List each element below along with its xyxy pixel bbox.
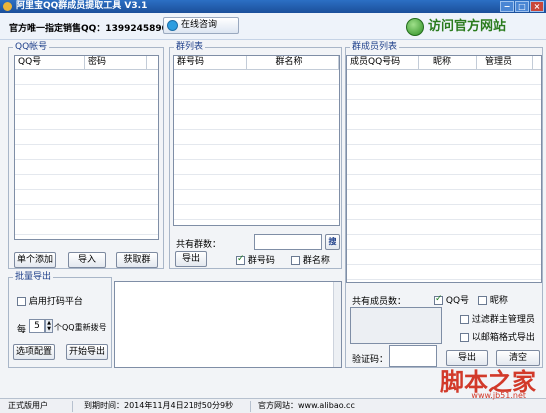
user-type-text: 正式版用户 <box>8 401 48 410</box>
app-icon <box>3 2 12 11</box>
member-list-title: 群成员列表 <box>350 42 400 52</box>
close-button[interactable]: × <box>530 1 544 12</box>
checkbox-icon <box>478 296 487 305</box>
consult-label: 在线咨询 <box>181 20 218 30</box>
qq-icon <box>167 20 178 31</box>
qq-account-group: QQ帐号 QQ号 密码 单个添加 导入 获取群 <box>8 42 164 269</box>
add-single-button[interactable]: 单个添加 <box>14 252 56 268</box>
options-config-button[interactable]: 选项配置 <box>13 344 55 360</box>
maximize-button[interactable]: □ <box>515 1 529 12</box>
window-controls: − □ × <box>500 1 544 12</box>
checkbox-icon <box>291 256 300 265</box>
watermark-url: www.jb51.net <box>471 391 526 400</box>
column-admin: 管理员 <box>477 56 533 69</box>
total-members-label: 共有成员数： <box>352 297 407 307</box>
get-groups-button[interactable]: 获取群 <box>116 252 158 268</box>
batch-export-title: 批量导出 <box>13 272 54 282</box>
checkbox-icon <box>460 333 469 342</box>
check-group-name[interactable]: 群名称 <box>291 253 330 266</box>
website-text: 官方网站：www.alibao.cc <box>258 401 355 410</box>
group-export-button[interactable]: 导出 <box>175 251 207 267</box>
qq-account-table[interactable]: QQ号 密码 <box>14 55 159 240</box>
check-qq-label: QQ号 <box>445 296 470 306</box>
checkbox-icon <box>460 315 469 324</box>
table-header: 成员QQ号码 昵称 管理员 <box>347 56 541 70</box>
window-title: 阿里宝QQ群成员提取工具 V3.1 <box>16 1 148 11</box>
captcha-platform-option[interactable]: 启用打码平台 <box>17 294 83 307</box>
check-group-number[interactable]: 群号码 <box>236 253 275 266</box>
start-export-button[interactable]: 开始导出 <box>66 344 108 360</box>
captcha-platform-label: 启用打码平台 <box>28 297 83 307</box>
visit-website-link[interactable]: 访问官方网站 <box>406 17 506 37</box>
column-member-qq: 成员QQ号码 <box>347 56 419 69</box>
filter-admin-label: 过滤群主管理员 <box>471 315 535 325</box>
captcha-input[interactable] <box>389 345 437 367</box>
online-consult-button[interactable]: 在线咨询 <box>163 17 239 34</box>
globe-icon <box>406 18 424 36</box>
member-count-box <box>350 307 442 344</box>
check-group-name-label: 群名称 <box>302 256 330 266</box>
member-list-table[interactable]: 成员QQ号码 昵称 管理员 <box>346 55 542 283</box>
table-body <box>15 70 158 239</box>
table-body <box>347 70 541 282</box>
checkbox-icon <box>434 294 443 305</box>
check-nick-label: 昵称 <box>489 296 508 306</box>
group-list-table[interactable]: 群号码 群名称 <box>173 55 340 226</box>
check-nickname[interactable]: 昵称 <box>478 293 508 306</box>
batch-export-group: 批量导出 启用打码平台 每 5 ▲ ▼ 个QQ重新拨号 选项配置 开始导出 <box>8 272 112 368</box>
qq-account-title: QQ帐号 <box>13 42 50 52</box>
import-button[interactable]: 导入 <box>68 252 106 268</box>
table-body <box>174 70 339 225</box>
search-icon[interactable]: 搜 <box>325 234 340 250</box>
check-group-number-label: 群号码 <box>247 256 275 266</box>
every-label: 每 <box>17 325 27 335</box>
minimize-button[interactable]: − <box>500 1 514 12</box>
column-group-number: 群号码 <box>174 56 248 69</box>
status-divider <box>250 401 251 412</box>
mailbox-export-label: 以邮箱格式导出 <box>471 333 535 343</box>
batch-log-area[interactable] <box>114 281 342 368</box>
checkbox-icon <box>17 297 26 306</box>
column-qq: QQ号 <box>15 56 85 69</box>
group-list-title: 群列表 <box>174 42 206 52</box>
sales-qq-text: 官方唯一指定销售QQ：1399245890 <box>9 24 168 34</box>
redial-suffix: 个QQ重新拨号 <box>54 323 107 332</box>
mailbox-export-option[interactable]: 以邮箱格式导出 <box>460 330 535 343</box>
column-password: 密码 <box>85 56 147 69</box>
column-group-name: 群名称 <box>247 56 339 69</box>
status-divider <box>72 401 73 412</box>
redial-count-input[interactable]: 5 <box>29 319 45 333</box>
title-bar: 阿里宝QQ群成员提取工具 V3.1 − □ × <box>0 0 546 13</box>
expiry-text: 到期时间：2014年11月4日21时50分9秒 <box>84 401 234 410</box>
table-header: QQ号 密码 <box>15 56 158 70</box>
spinner-icon[interactable]: ▲ ▼ <box>45 319 53 333</box>
captcha-label: 验证码： <box>352 355 389 365</box>
member-list-group: 群成员列表 成员QQ号码 昵称 管理员 共有成员数： QQ号 昵称 过滤群主管理… <box>345 42 543 368</box>
column-nickname: 昵称 <box>419 56 477 69</box>
check-qq-number[interactable]: QQ号 <box>434 293 469 306</box>
total-groups-label: 共有群数： <box>176 240 222 250</box>
total-groups-field <box>254 234 322 250</box>
filter-admin-option[interactable]: 过滤群主管理员 <box>460 312 535 325</box>
table-header: 群号码 群名称 <box>174 56 339 70</box>
log-scrollbar[interactable] <box>333 282 341 367</box>
checkbox-icon <box>236 254 245 265</box>
visit-label: 访问官方网站 <box>428 19 507 34</box>
group-list-group: 群列表 群号码 群名称 共有群数： 搜 导出 群号码 群名称 <box>169 42 342 269</box>
status-bar: 正式版用户 到期时间：2014年11月4日21时50分9秒 官方网站：www.a… <box>0 398 546 413</box>
